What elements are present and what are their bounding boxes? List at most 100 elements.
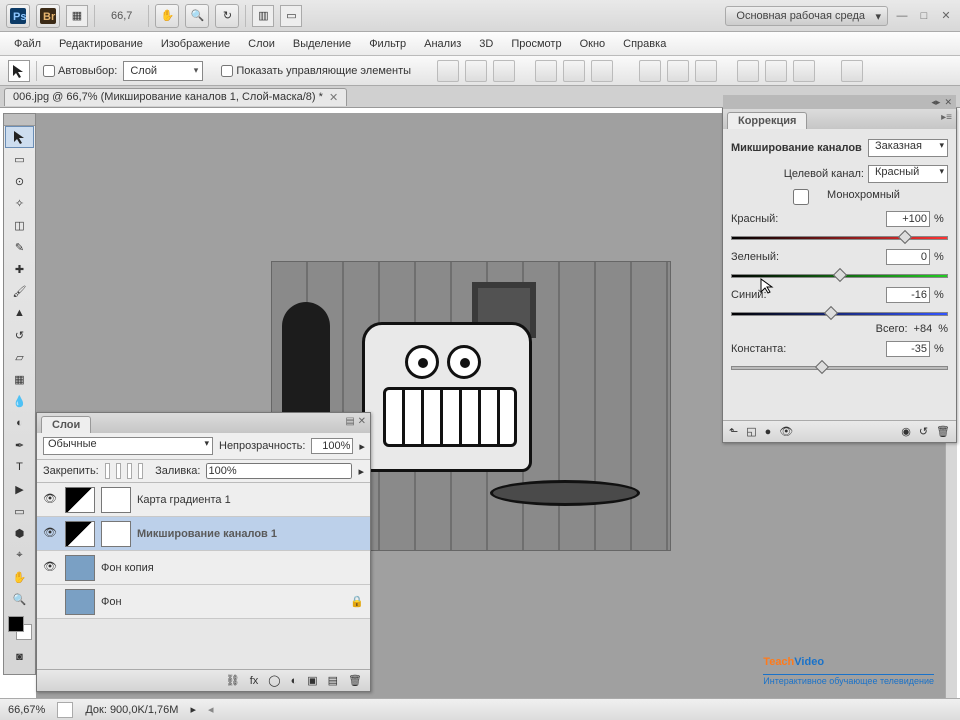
visibility-icon[interactable]: 👁 (43, 492, 59, 508)
link-layers-icon[interactable]: ⛓ (226, 674, 240, 687)
maximize-icon[interactable]: □ (916, 8, 932, 24)
arrange-docs-dropdown[interactable]: ▥ (252, 5, 274, 27)
dodge-tool-icon[interactable]: ◐ (5, 412, 34, 434)
layer-name[interactable]: Фон (101, 596, 122, 608)
dist-bottom-icon[interactable] (695, 60, 717, 82)
eraser-tool-icon[interactable]: ▱ (5, 346, 34, 368)
adjustments-tab[interactable]: Коррекция (727, 112, 807, 129)
red-slider[interactable] (731, 233, 948, 243)
blue-input[interactable] (886, 287, 930, 303)
menu-view[interactable]: Просмотр (503, 35, 569, 53)
hand-tool-icon[interactable]: ✋ (155, 4, 179, 28)
menu-analysis[interactable]: Анализ (416, 35, 469, 53)
blend-mode-combo[interactable]: Обычные (43, 437, 213, 455)
zoom-level[interactable]: 66,7 (101, 10, 142, 22)
document-tab[interactable]: 006.jpg @ 66,7% (Микширование каналов 1,… (4, 88, 347, 106)
hand-tool2-icon[interactable]: ✋ (5, 566, 34, 588)
new-group-icon[interactable]: ▣ (307, 674, 317, 687)
dist-top-icon[interactable] (639, 60, 661, 82)
toolbox-grip[interactable] (4, 114, 35, 126)
blur-tool-icon[interactable]: 💧 (5, 390, 34, 412)
delete-layer-icon[interactable]: 🗑 (348, 674, 362, 687)
lock-all-icon[interactable] (138, 463, 143, 479)
layer-row[interactable]: 👁 Микширование каналов 1 (37, 517, 370, 551)
opacity-flyout-icon[interactable]: ▸ (359, 440, 365, 453)
constant-input[interactable] (886, 341, 930, 357)
layer-thumb[interactable] (65, 487, 95, 513)
mask-thumb[interactable] (101, 521, 131, 547)
delete-adjustment-icon[interactable]: 🗑 (936, 425, 950, 438)
status-profile-icon[interactable] (57, 702, 73, 718)
stamp-tool-icon[interactable]: ▲ (5, 302, 34, 324)
expand-view-icon[interactable]: ◱ (746, 425, 756, 438)
red-input[interactable] (886, 211, 930, 227)
align-vcenter-icon[interactable] (465, 60, 487, 82)
auto-select-combo[interactable]: Слой (123, 61, 203, 81)
align-bottom-icon[interactable] (493, 60, 515, 82)
monochrome-checkbox[interactable]: Монохромный (779, 189, 900, 205)
gradient-tool-icon[interactable]: ▦ (5, 368, 34, 390)
zoom-tool2-icon[interactable]: 🔍 (5, 588, 34, 610)
menu-help[interactable]: Справка (615, 35, 674, 53)
lock-position-icon[interactable] (127, 463, 132, 479)
layer-row[interactable]: 👁 Карта градиента 1 (37, 483, 370, 517)
previous-state-icon[interactable]: ◉ (901, 425, 911, 438)
mask-thumb[interactable] (101, 487, 131, 513)
blue-slider[interactable] (731, 309, 948, 319)
panel-collapse-icon[interactable]: ◂▸ (931, 97, 940, 108)
bridge-icon[interactable]: Br (36, 4, 60, 28)
layer-thumb[interactable] (65, 521, 95, 547)
pen-tool-icon[interactable]: ✒ (5, 434, 34, 456)
workspace-switcher[interactable]: Основная рабочая среда (725, 6, 888, 26)
new-layer-icon[interactable]: ▤ (328, 674, 338, 687)
view-extras-dropdown[interactable]: ▦ (66, 5, 88, 27)
panel-menu-icon[interactable]: ▤ ✕ (345, 416, 366, 427)
move-tool-icon[interactable] (5, 126, 34, 148)
clip-layer-icon[interactable]: ● (765, 426, 772, 438)
lock-transparency-icon[interactable] (105, 463, 110, 479)
zoom-tool-icon[interactable]: 🔍 (185, 4, 209, 28)
wand-tool-icon[interactable]: ✧ (5, 192, 34, 214)
dist-right-icon[interactable] (793, 60, 815, 82)
preset-combo[interactable]: Заказная (868, 139, 948, 157)
dist-hcenter-icon[interactable] (765, 60, 787, 82)
eyedropper-tool-icon[interactable]: ✎ (5, 236, 34, 258)
fill-flyout-icon[interactable]: ▸ (358, 465, 364, 478)
status-zoom[interactable]: 66,67% (8, 704, 45, 716)
panel-menu-icon[interactable]: ▸≡ (941, 112, 952, 123)
quickmask-icon[interactable]: ◙ (5, 646, 34, 668)
add-mask-icon[interactable]: ◯ (268, 674, 280, 687)
menu-3d[interactable]: 3D (471, 35, 501, 53)
3d-camera-icon[interactable]: ⌖ (5, 544, 34, 566)
crop-tool-icon[interactable]: ◫ (5, 214, 34, 236)
panel-close-icon[interactable]: ✕ (944, 97, 952, 108)
shape-tool-icon[interactable]: ▭ (5, 500, 34, 522)
align-right-icon[interactable] (591, 60, 613, 82)
rotate-view-icon[interactable]: ↻ (215, 4, 239, 28)
lock-pixels-icon[interactable] (116, 463, 121, 479)
3d-tool-icon[interactable]: ⬢ (5, 522, 34, 544)
visibility-icon[interactable] (43, 594, 59, 610)
heal-tool-icon[interactable]: ✚ (5, 258, 34, 280)
menu-image[interactable]: Изображение (153, 35, 238, 53)
tab-close-icon[interactable]: ✕ (329, 91, 338, 104)
constant-slider[interactable] (731, 363, 948, 373)
current-tool-icon[interactable] (8, 60, 30, 82)
status-flyout-icon[interactable]: ▸ (190, 703, 196, 716)
lasso-tool-icon[interactable]: ⊙ (5, 170, 34, 192)
reset-icon[interactable]: ↺ (919, 425, 928, 438)
layer-thumb[interactable] (65, 555, 95, 581)
layer-name[interactable]: Фон копия (101, 562, 154, 574)
close-icon[interactable]: ✕ (938, 8, 954, 24)
align-left-icon[interactable] (535, 60, 557, 82)
output-channel-combo[interactable]: Красный (868, 165, 948, 183)
screen-mode-dropdown[interactable]: ▭ (280, 5, 302, 27)
new-adjustment-icon[interactable]: ◐ (291, 675, 298, 687)
menu-select[interactable]: Выделение (285, 35, 359, 53)
dist-left-icon[interactable] (737, 60, 759, 82)
layer-row[interactable]: 👁 Фон копия (37, 551, 370, 585)
opacity-input[interactable] (311, 438, 353, 454)
visibility-icon[interactable]: 👁 (43, 560, 59, 576)
layers-tab[interactable]: Слои (41, 416, 91, 433)
visibility-icon[interactable]: 👁 (43, 526, 59, 542)
